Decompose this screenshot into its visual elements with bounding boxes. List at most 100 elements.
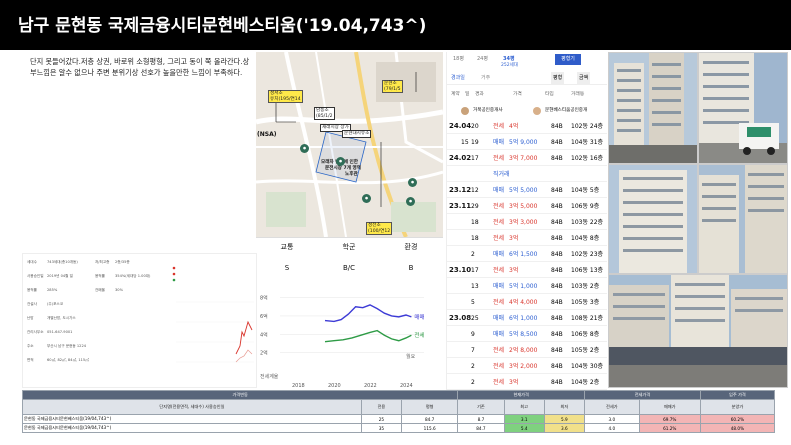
filter-price[interactable]: 금액 — [577, 72, 591, 84]
map-label-munhyeon: 문현초 (79/1/5 — [382, 80, 403, 93]
summary-subheader-cell: 기존 — [457, 399, 505, 415]
filter-size[interactable]: 평형 — [551, 72, 565, 84]
chart-note: 월요 — [406, 353, 416, 360]
table-row[interactable]: 2 전세 3억 84B 104동 2층 — [447, 376, 607, 390]
table-row[interactable]: 2 매매 6억 1,500 84B 102동 23층 — [447, 248, 607, 262]
map-pin[interactable]: ● — [362, 194, 371, 203]
row-day: 13 — [471, 283, 479, 290]
summary-cell: 문현동 국제금융시티문현베스티움(19/04,743^) — [22, 423, 362, 433]
info-cell: 285% — [47, 288, 58, 292]
row-type: 84B — [551, 363, 563, 370]
info-cell: 2층/35층 — [115, 260, 130, 264]
info-cell: 난방 — [27, 316, 34, 320]
table-row[interactable]: 7 전세 2억 8,000 84B 105동 2층 — [447, 344, 607, 358]
summary-table-row: 문현동 국제금융시티문현베스티움(19/04,743^) 35 115.6 84… — [22, 423, 776, 433]
row-type: 84B — [551, 299, 563, 306]
map-roads — [256, 52, 443, 237]
map-pin[interactable]: ● — [336, 157, 345, 166]
summary-cell: 4.0 — [584, 423, 640, 433]
row-price: 6억 1,500 — [509, 251, 538, 258]
table-row[interactable]: 5 전세 4억 4,000 84B 105동 3층 — [447, 296, 607, 310]
row-price: 3억 — [509, 379, 519, 386]
size-tab-18[interactable]: 18평 — [453, 55, 464, 62]
info-mini-chart — [166, 262, 256, 372]
summary-header-cell: 가격변동 — [21, 390, 459, 400]
row-dong: 106동 8층 — [571, 331, 600, 338]
row-type: 84B — [551, 267, 563, 274]
summary-cell: 61.2% — [638, 423, 701, 433]
info-cell: 저/최고층 — [95, 260, 110, 264]
complex-info-card: 세대수 743세대(총10개동) 저/최고층 2층/35층 사용승인일 2019년 04월… — [22, 253, 257, 388]
table-row[interactable]: 13 매매 5억 1,000 84B 103동 2층 — [447, 280, 607, 294]
row-date: 24.02 — [449, 154, 472, 162]
row-price: 3억 — [509, 267, 519, 274]
summary-header-cell: 현재가격 — [457, 390, 585, 400]
row-price: 5억 8,500 — [509, 331, 538, 338]
grade-value-environment: B — [408, 264, 414, 272]
table-row[interactable]: 24.04 20 전세 4억 84B 102동 24층 — [447, 120, 607, 134]
row-dong: 104동 8층 — [571, 235, 600, 242]
row-day: 2 — [471, 379, 475, 386]
row-date: 23.10 — [449, 266, 472, 274]
row-date: 23.12 — [449, 186, 472, 194]
table-row[interactable]: 18 전세 3억 3,000 84B 103동 22층 — [447, 216, 607, 230]
agent-name[interactable]: 거북공인중개사 — [473, 104, 503, 118]
table-row[interactable]: 19 15 매매 5억 9,000 84B 104동 31층 — [447, 136, 607, 150]
col-day: 일 — [465, 92, 470, 97]
summary-table-header: 가격변동 현재가격 전세가격 입주 가격 — [21, 390, 776, 400]
summary-cell: 3.1 — [503, 414, 545, 424]
row-date: 23.08 — [449, 314, 472, 322]
row-dong: 102동 24층 — [571, 123, 604, 130]
table-row[interactable]: 직거래 — [447, 168, 607, 182]
row-price: 5억 9,000 — [509, 139, 538, 146]
filter-elapsed[interactable]: 경과일 — [451, 72, 465, 84]
info-cell: 용적률 — [95, 274, 105, 278]
summary-subheader-cell: 평형 — [401, 399, 459, 415]
chart-x-tick: 2020 — [328, 383, 341, 389]
row-kind: 전세 — [493, 363, 505, 370]
size-selector-button[interactable]: 평형기 — [555, 54, 581, 65]
table-row[interactable]: 23.11 29 전세 3억 5,000 84B 106동 9층 — [447, 200, 607, 214]
summary-cell: 84.7 — [457, 423, 505, 433]
table-row[interactable]: 24.02 17 전세 3억 7,000 84B 102동 16층 — [447, 152, 607, 166]
summary-subheader-cell: 최저 — [543, 399, 586, 415]
map-pin[interactable]: ● — [406, 197, 415, 206]
table-row[interactable]: 23.08 25 매매 6억 1,000 84B 108동 21층 — [447, 312, 607, 326]
filter-residence[interactable]: 거주 — [481, 72, 490, 84]
info-cell: 사용승인일 — [27, 274, 44, 278]
summary-subheader-cell: 전세가 — [584, 399, 640, 415]
map-note-3: 노후관 — [345, 172, 358, 177]
info-cell: 60㎡, 82㎡, 84㎡, 115㎡ — [47, 358, 89, 362]
area-map[interactable]: 성서초 유치(195/연14 문현초 (79/1/5 남동초 (85/1/2 재래시장… — [256, 52, 443, 237]
summary-subheader-cell: 매매가 — [638, 399, 701, 415]
summary-cell: 3.0 — [584, 414, 640, 424]
table-row[interactable]: 9 매매 5억 8,500 84B 106동 8층 — [447, 328, 607, 342]
row-day: 18 — [471, 219, 479, 226]
transaction-listing[interactable]: 18평 24평 34평 252세대 평형기 경과일 거주 평형 금액 계약 일 … — [446, 52, 607, 390]
table-row[interactable]: 2 전세 3억 2,000 84B 104동 30층 — [447, 360, 607, 374]
table-row[interactable]: 18 전세 3억 84B 104동 8층 — [447, 232, 607, 246]
row-kind: 직거래 — [493, 171, 510, 178]
chart-labels: 8억 6억 4억 2억 2018 2020 2022 2024 매매전세월요전세계율 — [260, 295, 425, 389]
size-tab-34[interactable]: 34평 — [503, 55, 515, 62]
info-cell: 30% — [115, 288, 123, 292]
table-row[interactable]: 23.12 12 매매 5억 5,000 84B 104동 5층 — [447, 184, 607, 198]
map-pin[interactable]: ● — [408, 178, 417, 187]
summary-subheader-cell: 최고 — [503, 399, 545, 415]
info-cell: 용적률 — [27, 288, 37, 292]
series-line-0 — [324, 304, 412, 323]
agent-name[interactable]: 문현베스티움공인중개 — [545, 104, 587, 118]
series-label-0: 매매 — [414, 313, 424, 321]
photo-building-4 — [698, 164, 788, 274]
row-day: 2 — [471, 363, 475, 370]
grade-table: 교통 학군 환경 S B/C B — [256, 237, 443, 276]
col-price: 가격 — [513, 92, 522, 97]
row-price: 5억 5,000 — [509, 187, 538, 194]
row-type: 84B — [551, 203, 563, 210]
row-type: 84B — [551, 155, 563, 162]
row-type: 84B — [551, 283, 563, 290]
map-pin[interactable]: ● — [300, 144, 309, 153]
size-tab-24[interactable]: 24평 — [477, 55, 488, 62]
info-cell: 세대수 — [27, 260, 37, 264]
table-row[interactable]: 23.10 17 전세 3억 84B 106동 13층 — [447, 264, 607, 278]
